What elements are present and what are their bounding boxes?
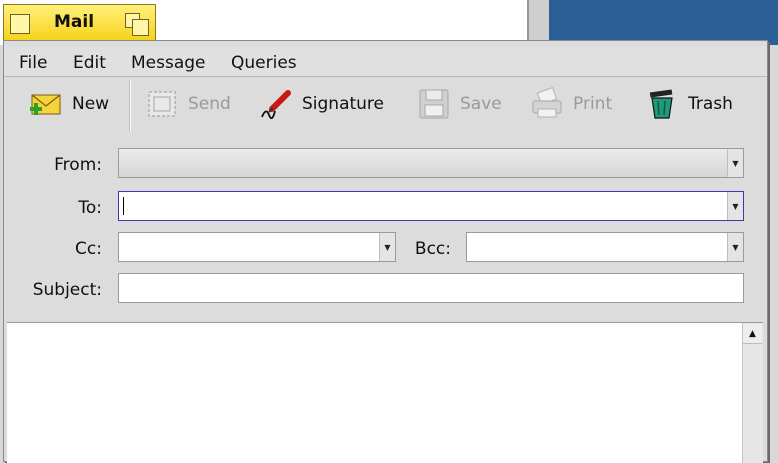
message-body[interactable]: ▲ [7, 322, 763, 463]
message-body-text [7, 323, 763, 335]
send-button-label: Send [188, 94, 231, 114]
from-combo[interactable]: ▼ [118, 148, 744, 178]
printer-icon [532, 87, 562, 118]
menu-message[interactable]: Message [131, 53, 206, 73]
menu-file[interactable]: File [19, 53, 47, 73]
to-combo[interactable]: ▼ [118, 191, 744, 221]
trash-button[interactable]: Trash [644, 86, 733, 122]
desktop-background [549, 0, 778, 45]
new-mail-icon [30, 94, 61, 115]
desktop-scrollbar-behind [529, 0, 549, 45]
chevron-down-icon[interactable]: ▼ [727, 233, 743, 261]
cc-field[interactable] [119, 233, 395, 261]
toolbar: New Send Signature Save Print Trash [4, 78, 767, 130]
print-button-label: Print [573, 94, 613, 114]
save-button[interactable]: Save [416, 86, 502, 122]
bcc-combo[interactable]: ▼ [466, 232, 744, 262]
menu-bar: File Edit Message Queries [4, 46, 767, 77]
to-field[interactable] [119, 192, 743, 220]
window-title-tab[interactable]: Mail [3, 4, 156, 41]
mail-compose-window: File Edit Message Queries New Send Signa… [3, 40, 768, 463]
vertical-scrollbar[interactable]: ▲ [742, 323, 763, 463]
stamp-icon [148, 91, 176, 117]
close-box-icon[interactable] [10, 14, 30, 34]
signature-button[interactable]: Signature [258, 86, 384, 122]
chevron-down-icon[interactable]: ▼ [727, 192, 743, 220]
new-button-label: New [72, 94, 110, 114]
from-label: From: [54, 155, 102, 175]
trash-button-label: Trash [688, 94, 733, 114]
menu-queries[interactable]: Queries [231, 53, 297, 73]
scroll-up-icon[interactable]: ▲ [743, 324, 762, 344]
subject-field[interactable] [119, 274, 743, 302]
floppy-disk-icon [419, 89, 449, 119]
subject-label: Subject: [32, 280, 102, 300]
chevron-down-icon[interactable]: ▼ [727, 149, 743, 177]
new-button[interactable]: New [28, 86, 109, 122]
window-title: Mail [54, 12, 95, 32]
chevron-down-icon[interactable]: ▼ [379, 233, 395, 261]
bcc-label: Bcc: [414, 239, 451, 259]
menu-edit[interactable]: Edit [73, 53, 106, 73]
signature-pen-icon [261, 90, 291, 120]
to-label: To: [78, 198, 102, 218]
toolbar-separator-highlight [130, 79, 131, 131]
text-cursor [123, 197, 124, 215]
cc-label: Cc: [75, 239, 102, 259]
signature-button-label: Signature [302, 94, 385, 114]
bcc-field[interactable] [467, 233, 743, 261]
trash-can-icon [649, 89, 673, 119]
cc-combo[interactable]: ▼ [118, 232, 396, 262]
send-button[interactable]: Send [144, 86, 231, 122]
zoom-icon[interactable] [125, 13, 149, 36]
subject-field-wrapper[interactable] [118, 273, 744, 303]
save-button-label: Save [460, 94, 502, 114]
from-field[interactable] [119, 149, 743, 177]
print-button[interactable]: Print [529, 86, 612, 122]
